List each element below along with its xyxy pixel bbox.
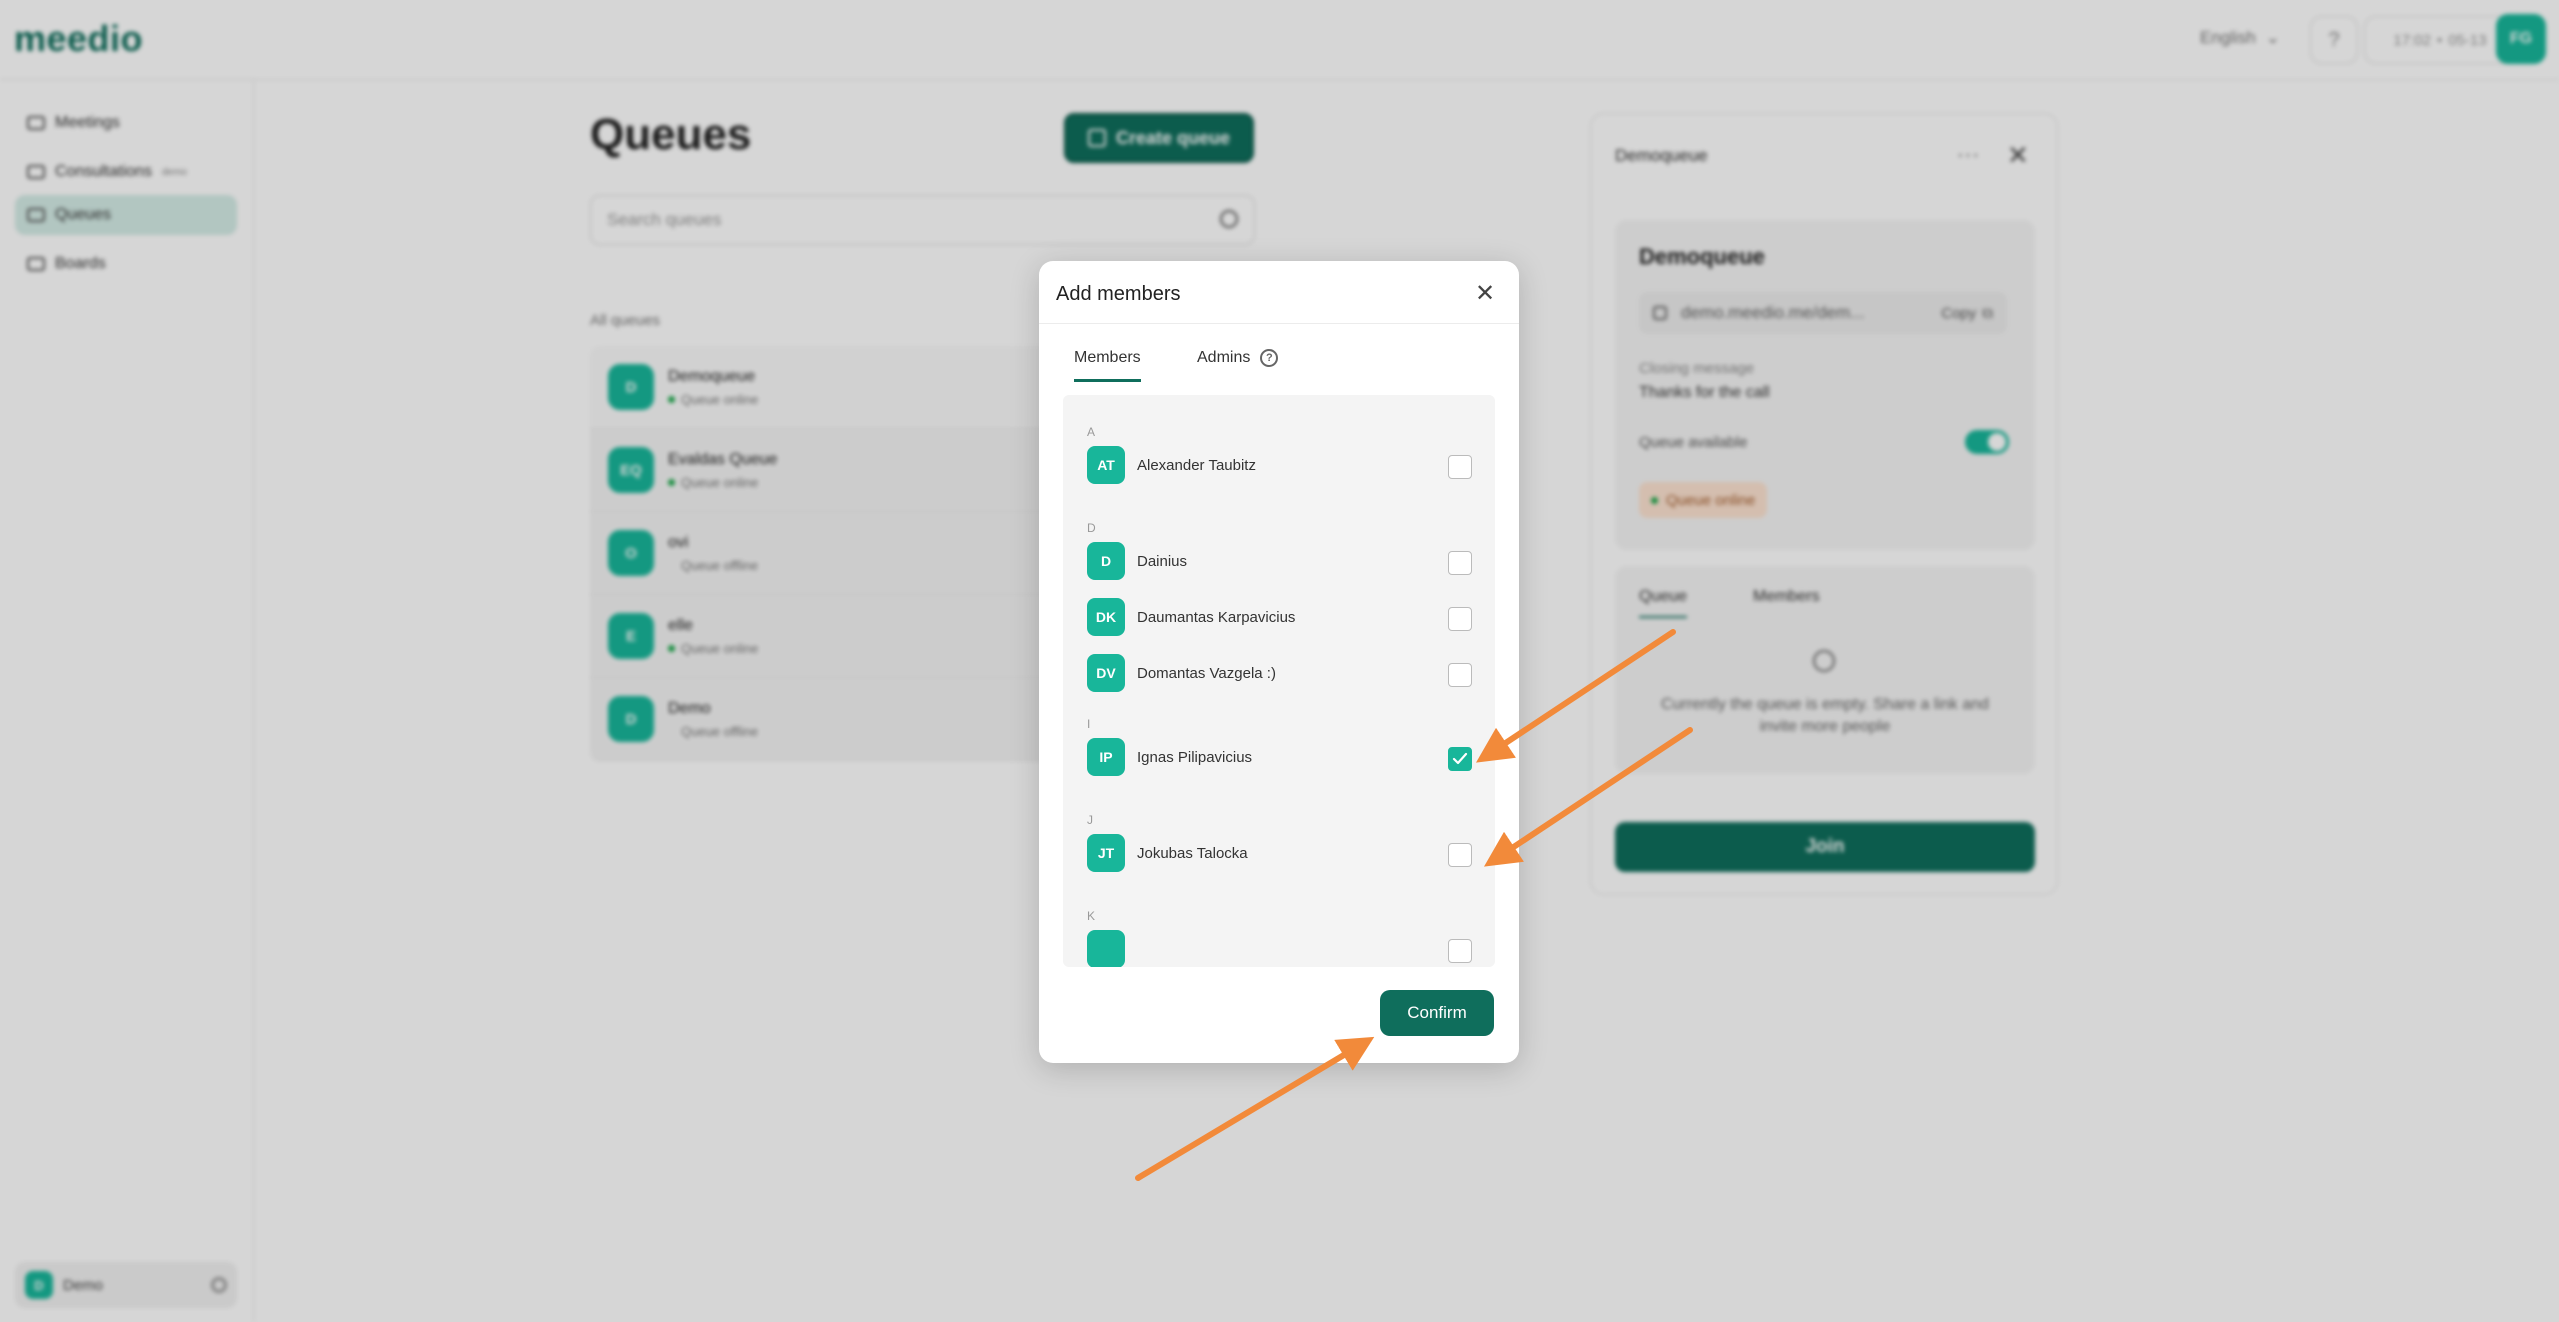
member-row[interactable]: DK Daumantas Karpavicius — [1087, 597, 1472, 637]
group-letter: D — [1087, 521, 1096, 535]
confirm-button[interactable]: Confirm — [1380, 990, 1494, 1036]
member-avatar: DV — [1087, 654, 1125, 692]
member-avatar: JT — [1087, 834, 1125, 872]
check-icon — [1452, 752, 1468, 765]
member-checkbox[interactable] — [1448, 455, 1472, 479]
member-name: Ignas Pilipavicius — [1137, 748, 1253, 766]
member-checkbox[interactable] — [1448, 551, 1472, 575]
member-name: Alexander Taubitz — [1137, 456, 1256, 474]
member-checkbox[interactable] — [1448, 607, 1472, 631]
group-letter: I — [1087, 717, 1091, 731]
member-row[interactable]: AT Alexander Taubitz — [1087, 445, 1472, 485]
divider — [1039, 323, 1519, 324]
member-checkbox-checked[interactable] — [1448, 747, 1472, 771]
member-checkbox[interactable] — [1448, 843, 1472, 867]
member-name: Dainius — [1137, 552, 1188, 570]
member-avatar: D — [1087, 542, 1125, 580]
tab-admins-label: Admins — [1197, 349, 1251, 366]
member-checkbox[interactable] — [1448, 663, 1472, 687]
help-icon[interactable]: ? — [1260, 349, 1279, 367]
group-letter: J — [1087, 813, 1093, 827]
member-row[interactable]: JT Jokubas Talocka — [1087, 833, 1472, 873]
tab-members[interactable]: Members — [1074, 349, 1141, 382]
close-icon[interactable]: ✕ — [1475, 279, 1495, 308]
member-checkbox[interactable] — [1448, 939, 1472, 963]
add-members-dialog: Add members ✕ Members Admins ? A AT Alex… — [1039, 261, 1519, 1063]
member-name: Daumantas Karpavicius — [1137, 608, 1296, 626]
member-row[interactable]: IP Ignas Pilipavicius — [1087, 737, 1472, 777]
member-list[interactable]: A AT Alexander Taubitz D D Dainius DK Da… — [1063, 395, 1495, 967]
member-name: Domantas Vazgela :) — [1137, 664, 1276, 682]
dialog-title: Add members — [1056, 283, 1181, 305]
member-row[interactable] — [1087, 929, 1472, 967]
tab-admins[interactable]: Admins ? — [1197, 349, 1279, 367]
member-avatar: AT — [1087, 446, 1125, 484]
member-avatar: IP — [1087, 738, 1125, 776]
member-row[interactable]: DV Domantas Vazgela :) — [1087, 653, 1472, 693]
member-row[interactable]: D Dainius — [1087, 541, 1472, 581]
group-letter: A — [1087, 425, 1096, 439]
group-letter: K — [1087, 909, 1096, 923]
member-avatar: DK — [1087, 598, 1125, 636]
member-name: Jokubas Talocka — [1137, 844, 1248, 862]
member-avatar — [1087, 930, 1125, 967]
